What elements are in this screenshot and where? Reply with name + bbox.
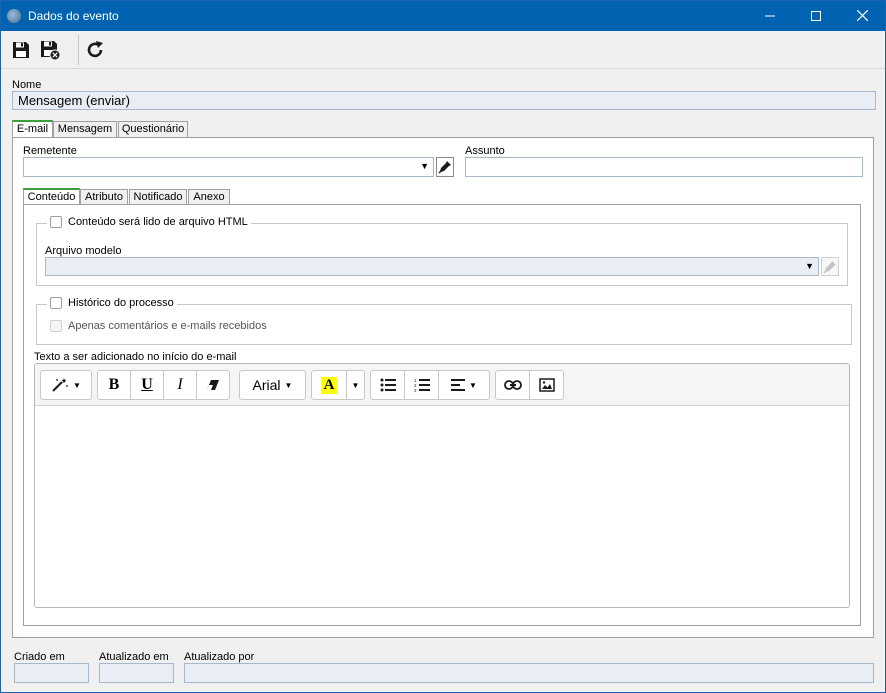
apenas-checkbox-row[interactable]: Apenas comentários e e-mails recebidos	[47, 320, 270, 332]
bold-button[interactable]: B	[97, 370, 131, 400]
eraser-icon	[207, 380, 219, 390]
clear-format-button[interactable]	[196, 370, 230, 400]
caret-down-icon: ▼	[351, 380, 360, 390]
historico-checkbox-label: Histórico do processo	[68, 297, 174, 309]
main-toolbar	[1, 31, 885, 69]
editor-content-area[interactable]	[35, 407, 849, 607]
insert-link-button[interactable]	[495, 370, 530, 400]
atualizado-em-label: Atualizado em	[99, 651, 169, 663]
toolbar-separator	[78, 35, 79, 65]
eyedropper-icon	[438, 161, 451, 174]
insert-image-button[interactable]	[529, 370, 564, 400]
html-checkbox-label: Conteúdo será lido de arquivo HTML	[68, 216, 248, 228]
nome-label: Nome	[12, 79, 42, 91]
apenas-checkbox-label: Apenas comentários e e-mails recebidos	[68, 320, 267, 332]
nome-field[interactable]: Mensagem (enviar)	[12, 91, 876, 110]
highlight-a-icon: A	[320, 376, 338, 394]
criado-em-label: Criado em	[14, 651, 65, 663]
maximize-button[interactable]	[793, 1, 839, 31]
event-data-window: Dados do evento Nome Mensagem (enviar) E…	[0, 0, 886, 693]
highlight-color-dropdown[interactable]: ▼	[346, 370, 365, 400]
texto-label: Texto a ser adicionado no início do e-ma…	[34, 351, 237, 363]
close-button[interactable]	[839, 1, 885, 31]
link-icon	[503, 380, 522, 390]
numbered-list-icon: 1 2 3	[414, 378, 430, 392]
historico-checkbox-row[interactable]: Histórico do processo	[47, 297, 177, 309]
remetente-select[interactable]: ▼	[23, 157, 434, 177]
atualizado-por-field	[184, 663, 874, 683]
arquivo-modelo-label: Arquivo modelo	[45, 245, 122, 257]
chevron-down-icon: ▼	[805, 261, 814, 271]
font-family-value: Arial	[252, 377, 281, 393]
magic-wand-button[interactable]: ▼	[40, 370, 92, 400]
highlight-color-button[interactable]: A	[311, 370, 347, 400]
editor-toolbar: ▼ B U I Arial ▼ A ▼ 1 2 3 ▼	[35, 364, 849, 406]
italic-button[interactable]: I	[163, 370, 197, 400]
app-globe-icon	[7, 9, 21, 23]
caret-down-icon: ▼	[284, 380, 293, 390]
atualizado-em-field	[99, 663, 174, 683]
criado-em-field	[14, 663, 89, 683]
remetente-picker-button[interactable]	[436, 157, 454, 177]
apenas-checkbox[interactable]	[50, 320, 62, 332]
eyedropper-icon	[823, 260, 836, 274]
close-icon	[856, 9, 868, 22]
numbered-list-button[interactable]: 1 2 3	[404, 370, 439, 400]
refresh-icon	[87, 41, 103, 58]
assunto-field[interactable]	[465, 157, 863, 177]
html-checkbox-row[interactable]: Conteúdo será lido de arquivo HTML	[47, 216, 251, 228]
font-family-dropdown[interactable]: Arial ▼	[239, 370, 306, 400]
atualizado-por-label: Atualizado por	[184, 651, 255, 663]
caret-down-icon: ▼	[73, 380, 81, 390]
minimize-icon	[765, 15, 775, 17]
assunto-label: Assunto	[465, 145, 505, 157]
floppy-disk-icon	[13, 42, 29, 58]
caret-down-icon: ▼	[469, 380, 477, 390]
html-checkbox[interactable]	[50, 216, 62, 228]
align-left-icon	[451, 379, 466, 391]
refresh-button[interactable]	[82, 37, 108, 63]
window-title: Dados do evento	[28, 9, 119, 23]
image-icon	[538, 378, 555, 392]
tab-questionario[interactable]: Questionário	[118, 121, 188, 138]
remetente-label: Remetente	[23, 145, 77, 157]
svg-text:3: 3	[414, 388, 417, 392]
arquivo-modelo-select[interactable]: ▼	[45, 257, 819, 276]
save-button[interactable]	[8, 37, 34, 63]
floppy-disk-close-icon	[41, 41, 61, 61]
tab-mensagem[interactable]: Mensagem	[53, 121, 117, 138]
title-bar: Dados do evento	[1, 1, 885, 31]
maximize-icon	[811, 11, 821, 21]
nome-value: Mensagem (enviar)	[18, 93, 130, 108]
save-and-close-button[interactable]	[37, 37, 63, 63]
minimize-button[interactable]	[747, 1, 793, 31]
html-file-group	[36, 223, 848, 286]
tab-email[interactable]: E-mail	[12, 120, 53, 138]
magic-wand-icon	[52, 378, 68, 392]
historico-checkbox[interactable]	[50, 297, 62, 309]
bullet-list-icon	[380, 378, 396, 392]
arquivo-modelo-picker-button[interactable]	[821, 257, 839, 276]
chevron-down-icon: ▼	[420, 161, 429, 171]
rich-text-editor: ▼ B U I Arial ▼ A ▼ 1 2 3 ▼	[34, 363, 850, 608]
underline-button[interactable]: U	[130, 370, 164, 400]
bullet-list-button[interactable]	[370, 370, 405, 400]
align-dropdown[interactable]: ▼	[438, 370, 490, 400]
